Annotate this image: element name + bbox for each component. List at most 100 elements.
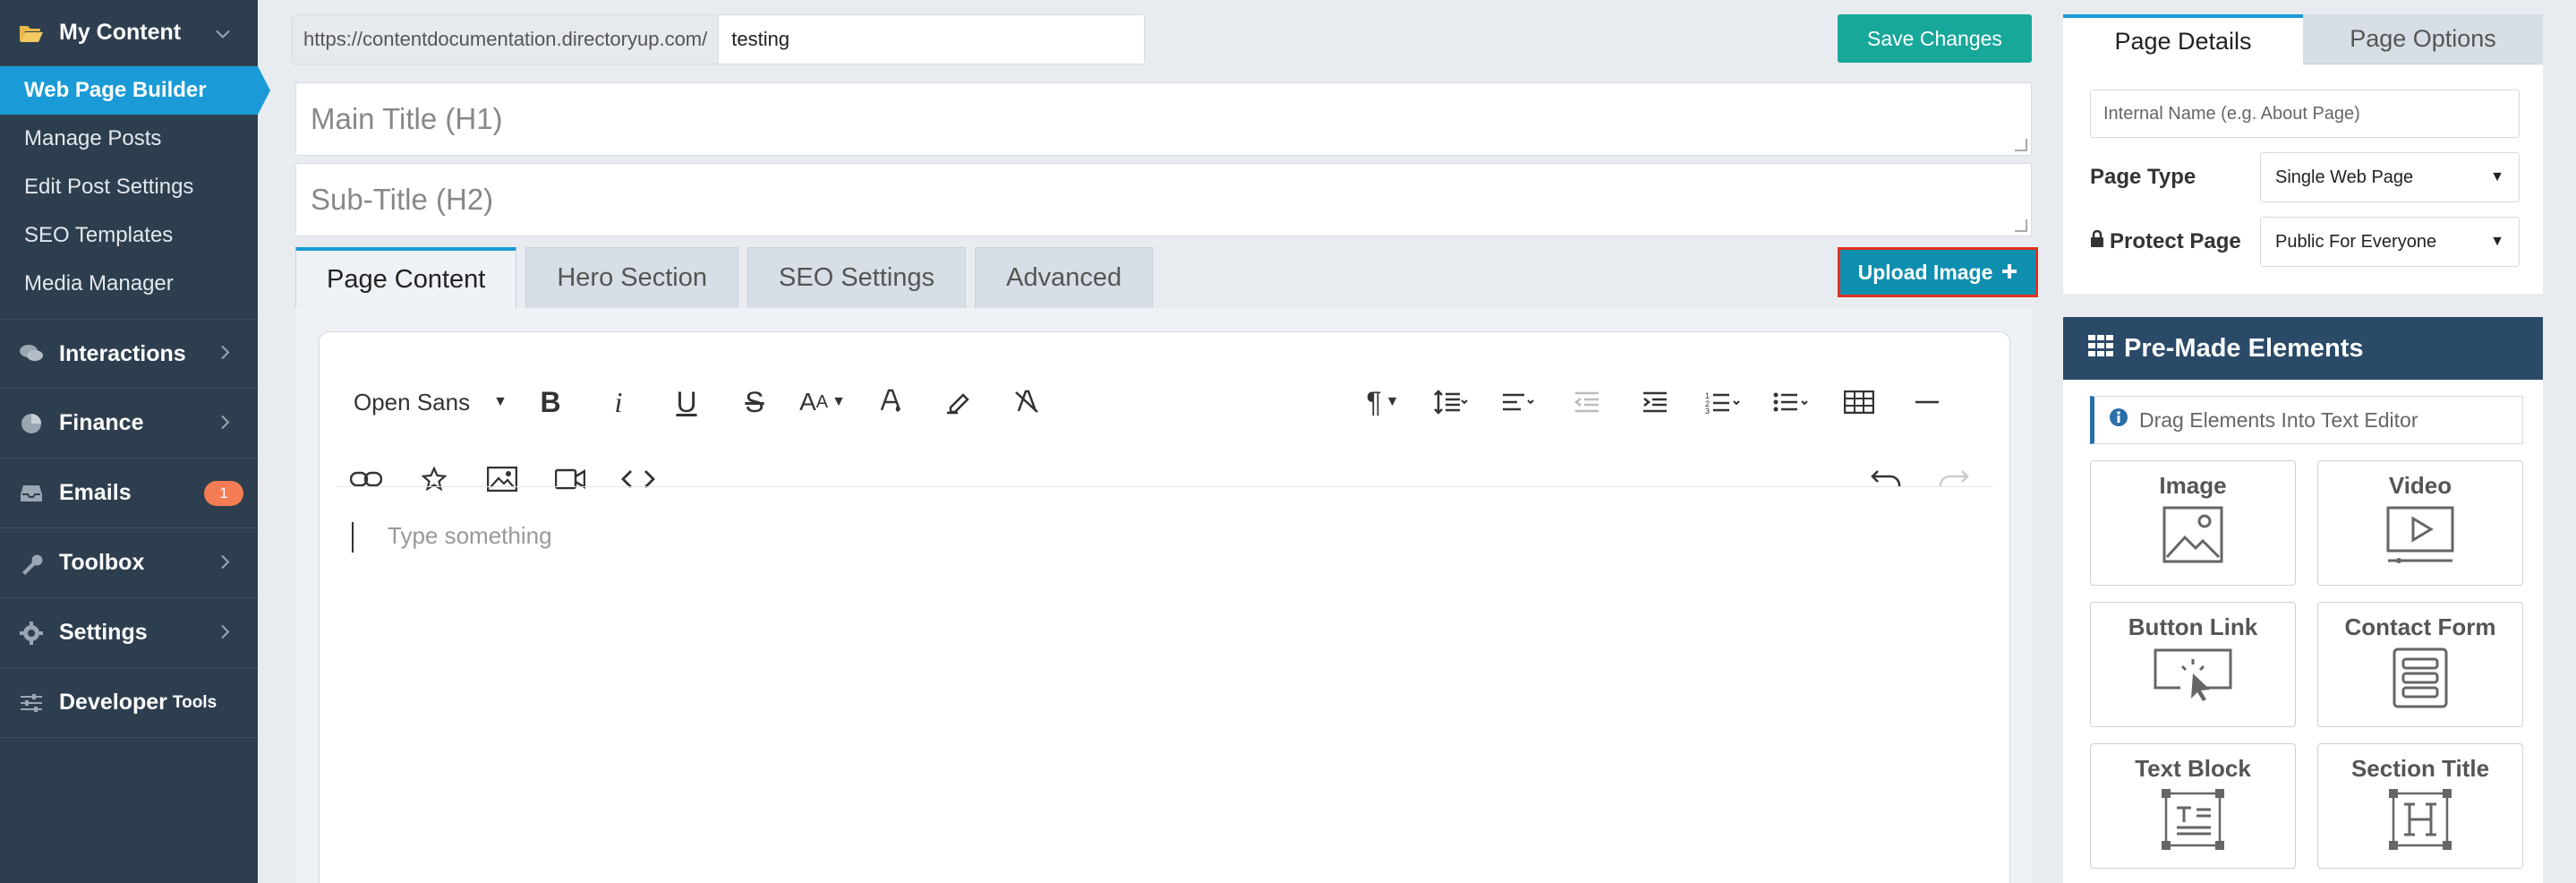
premade-hint: Drag Elements Into Text Editor <box>2090 396 2523 444</box>
comments-icon <box>18 342 45 365</box>
code-view-icon[interactable] <box>604 452 672 506</box>
upload-image-button[interactable]: Upload Image <box>1838 247 2038 297</box>
chevron-right-icon <box>220 550 231 576</box>
highlight-icon[interactable] <box>925 375 993 429</box>
caret-down-icon: ▼ <box>2490 169 2504 184</box>
premade-header: Pre-Made Elements <box>2063 317 2543 380</box>
link-icon[interactable] <box>332 452 400 506</box>
sidebar-section-my-content[interactable]: My Content <box>0 0 258 66</box>
chevron-right-icon <box>220 620 231 646</box>
url-slug-input[interactable] <box>719 15 1144 64</box>
element-card-contact-form[interactable]: Contact Form <box>2317 602 2523 727</box>
text-cursor <box>352 522 354 553</box>
sidebar-item-web-page-builder[interactable]: Web Page Builder <box>0 66 270 115</box>
sidebar-section-developer-tools[interactable]: Developer Tools <box>0 668 258 738</box>
strikethrough-icon[interactable]: S <box>721 375 789 429</box>
toolbar-row-2-right <box>1852 443 1988 515</box>
sidebar-item-media-manager[interactable]: Media Manager <box>0 260 258 308</box>
tab-hero-section[interactable]: Hero Section <box>525 247 739 308</box>
sidebar-item-edit-post-settings[interactable]: Edit Post Settings <box>0 163 258 211</box>
sidebar-item-manage-posts[interactable]: Manage Posts <box>0 115 258 163</box>
resize-handle[interactable] <box>2015 139 2027 151</box>
clear-formatting-icon[interactable] <box>993 375 1061 429</box>
page-type-row: Page Type Single Web Page ▼ <box>2090 152 2520 202</box>
sidebar-item-seo-templates[interactable]: SEO Templates <box>0 211 258 260</box>
insert-image-icon[interactable] <box>468 452 536 506</box>
element-card-text-block[interactable]: Text Block <box>2090 743 2296 869</box>
star-icon[interactable] <box>400 452 468 506</box>
underline-icon[interactable]: U <box>653 375 721 429</box>
gear-icon <box>18 621 45 645</box>
caret-down-icon: ▼ <box>2490 234 2504 249</box>
protect-page-select[interactable]: Public For Everyone ▼ <box>2260 217 2520 267</box>
tab-page-content[interactable]: Page Content <box>295 247 517 308</box>
sidebar-label: Developer <box>59 690 167 715</box>
inbox-icon <box>18 482 45 505</box>
sub-title-placeholder: Sub-Title (H2) <box>311 183 494 216</box>
sidebar-label: Finance <box>59 410 144 435</box>
bold-icon[interactable]: B <box>516 375 584 429</box>
page-type-select[interactable]: Single Web Page ▼ <box>2260 152 2520 202</box>
sliders-icon <box>18 691 45 715</box>
toolbar-divider <box>336 486 1993 487</box>
premade-hint-text: Drag Elements Into Text Editor <box>2139 407 2418 432</box>
insert-video-icon[interactable] <box>536 452 604 506</box>
svg-text:3: 3 <box>1705 407 1710 414</box>
element-card-label: Contact Form <box>2344 613 2496 640</box>
sidebar-section-toolbox[interactable]: Toolbox <box>0 528 258 598</box>
sub-title-input[interactable]: Sub-Title (H2) <box>295 163 2032 236</box>
internal-name-input[interactable]: Internal Name (e.g. About Page) <box>2090 90 2520 138</box>
tab-seo-settings[interactable]: SEO Settings <box>747 247 967 308</box>
save-changes-button[interactable]: Save Changes <box>1838 14 2032 63</box>
chevron-right-icon <box>220 341 231 367</box>
tab-page-details[interactable]: Page Details <box>2063 14 2303 64</box>
redo-icon[interactable] <box>1920 452 1988 506</box>
undo-icon[interactable] <box>1852 452 1920 506</box>
horizontal-line-icon[interactable] <box>1893 375 1961 429</box>
sidebar-submenu: Web Page Builder Manage Posts Edit Post … <box>0 66 270 308</box>
tab-advanced[interactable]: Advanced <box>975 247 1154 308</box>
tab-page-options[interactable]: Page Options <box>2303 14 2543 64</box>
sidebar-section-settings[interactable]: Settings <box>0 598 258 668</box>
indent-icon[interactable] <box>1621 375 1689 429</box>
protect-page-label-wrap: Protect Page <box>2090 229 2241 254</box>
premade-elements-panel: Pre-Made Elements Drag Elements Into Tex… <box>2063 317 2543 883</box>
element-card-button-link[interactable]: Button Link <box>2090 602 2296 727</box>
table-icon[interactable] <box>1825 375 1893 429</box>
page-url-field: https://contentdocumentation.directoryup… <box>292 14 1145 64</box>
main-title-input[interactable]: Main Title (H1) <box>295 82 2032 156</box>
editor-area: Open Sans ▼ B i U S A A ▼ ¶ ▼ 1 2 3 Type… <box>295 308 2032 883</box>
sidebar-label: Settings <box>59 620 148 645</box>
element-card-label: Button Link <box>2128 613 2258 640</box>
caret-down-icon: ▼ <box>493 394 508 409</box>
ordered-list-icon[interactable]: 123 <box>1689 375 1757 429</box>
element-card-image[interactable]: Image <box>2090 460 2296 586</box>
italic-icon[interactable]: i <box>584 375 653 429</box>
text-color-icon[interactable] <box>857 375 925 429</box>
font-family-dropdown[interactable]: Open Sans ▼ <box>320 389 516 416</box>
editor-placeholder[interactable]: Type something <box>388 522 552 550</box>
paragraph-format-icon[interactable]: ¶ ▼ <box>1349 375 1417 429</box>
font-size-icon[interactable]: A A ▼ <box>789 375 857 429</box>
element-card-label: Video <box>2388 472 2452 499</box>
sidebar-label: Interactions <box>59 340 186 366</box>
element-card-video[interactable]: Video <box>2317 460 2523 586</box>
folder-open-icon <box>18 21 45 45</box>
pie-chart-icon <box>18 412 45 435</box>
outdent-icon[interactable] <box>1553 375 1621 429</box>
element-card-label: Section Title <box>2350 755 2490 782</box>
sidebar-label: Toolbox <box>59 550 145 575</box>
sidebar-section-finance[interactable]: Finance <box>0 389 258 459</box>
info-icon <box>2109 407 2128 433</box>
main-title-placeholder: Main Title (H1) <box>311 102 503 135</box>
align-icon[interactable] <box>1485 375 1553 429</box>
sidebar-section-emails[interactable]: Emails 1 <box>0 459 258 528</box>
resize-handle[interactable] <box>2015 219 2027 232</box>
line-height-icon[interactable] <box>1417 375 1485 429</box>
sidebar-section-interactions[interactable]: Interactions <box>0 319 258 389</box>
unordered-list-icon[interactable] <box>1757 375 1825 429</box>
sidebar-label-suffix: Tools <box>172 692 218 712</box>
element-card-section-title[interactable]: Section Title <box>2317 743 2523 869</box>
sidebar-label: Emails <box>59 480 132 505</box>
internal-name-placeholder: Internal Name (e.g. About Page) <box>2103 103 2360 124</box>
